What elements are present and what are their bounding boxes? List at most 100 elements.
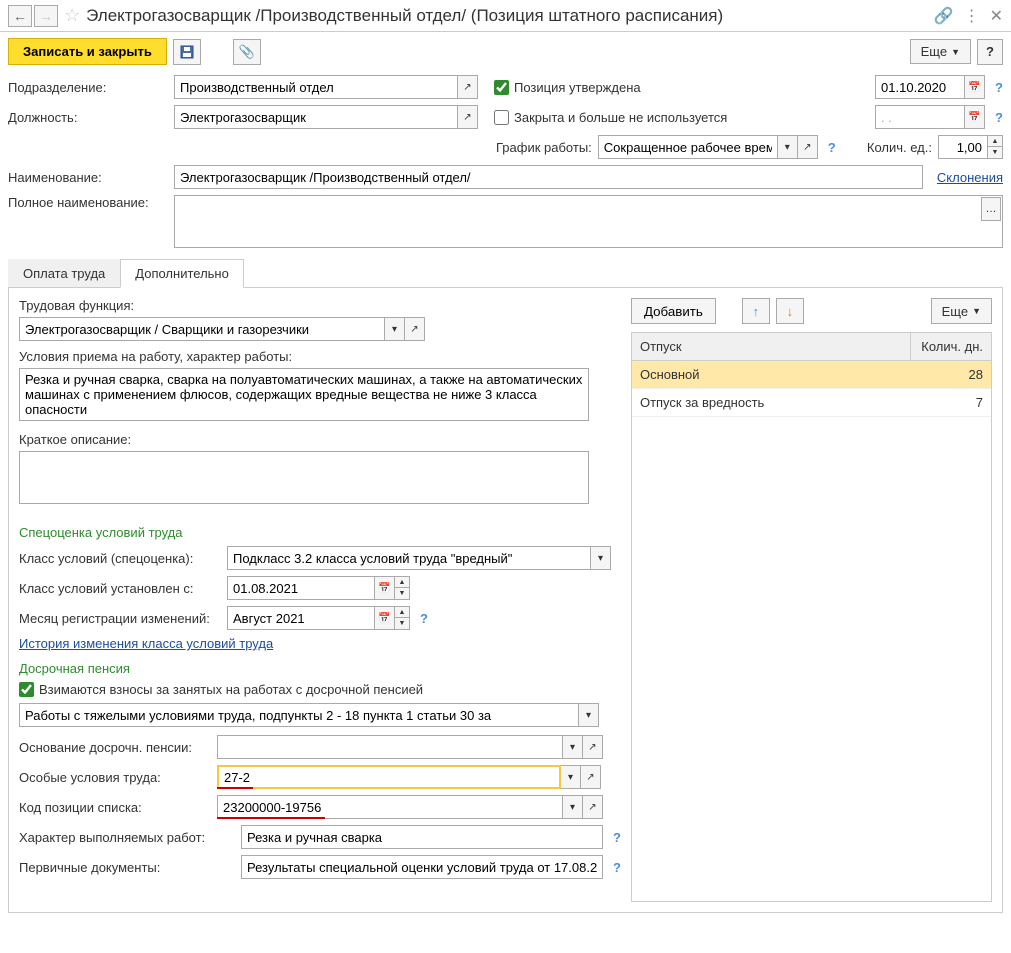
class-sout-label: Класс условий (спецоценка): xyxy=(19,551,221,566)
help-icon[interactable]: ? xyxy=(828,140,836,155)
link-icon[interactable]: 🔗 xyxy=(934,6,954,26)
pension-basis-input[interactable] xyxy=(217,735,563,759)
table-row[interactable]: Основной 28 xyxy=(632,361,991,389)
add-button[interactable]: Добавить xyxy=(631,298,716,324)
department-open-icon[interactable]: ↗ xyxy=(458,75,478,99)
approved-checkbox[interactable] xyxy=(494,80,509,95)
list-code-open-icon[interactable]: ↗ xyxy=(583,795,603,819)
approved-label: Позиция утверждена xyxy=(514,80,641,95)
approved-date-calendar-icon[interactable]: 📅 xyxy=(965,75,985,99)
pension-work-dropdown-icon[interactable]: ▾ xyxy=(579,703,599,727)
star-icon[interactable]: ☆ xyxy=(64,5,80,26)
history-link[interactable]: История изменения класса условий труда xyxy=(19,636,273,651)
pension-basis-label: Основание досрочн. пенсии: xyxy=(19,740,211,755)
labor-function-dropdown-icon[interactable]: ▾ xyxy=(385,317,405,341)
save-close-button[interactable]: Записать и закрыть xyxy=(8,38,167,65)
short-desc-label: Краткое описание: xyxy=(19,432,621,447)
save-button[interactable] xyxy=(173,39,201,65)
work-nature-input[interactable] xyxy=(241,825,603,849)
move-up-button[interactable]: ↑ xyxy=(742,298,770,324)
labor-function-input[interactable] xyxy=(19,317,385,341)
list-code-input[interactable] xyxy=(217,795,563,819)
pension-basis-dropdown-icon[interactable]: ▾ xyxy=(563,735,583,759)
reg-month-label: Месяц регистрации изменений: xyxy=(19,611,221,626)
reg-month-input[interactable] xyxy=(227,606,375,630)
schedule-dropdown-icon[interactable]: ▾ xyxy=(778,135,798,159)
special-conditions-dropdown-icon[interactable]: ▾ xyxy=(561,765,581,789)
name-input[interactable] xyxy=(174,165,923,189)
special-conditions-open-icon[interactable]: ↗ xyxy=(581,765,601,789)
sout-section-title: Спецоценка условий труда xyxy=(19,525,621,540)
class-from-label: Класс условий установлен с: xyxy=(19,581,221,596)
help-icon[interactable]: ? xyxy=(995,80,1003,95)
contributions-label: Взимаются взносы за занятых на работах с… xyxy=(39,682,423,697)
schedule-open-icon[interactable]: ↗ xyxy=(798,135,818,159)
pension-basis-open-icon[interactable]: ↗ xyxy=(583,735,603,759)
position-input[interactable] xyxy=(174,105,458,129)
special-conditions-input[interactable] xyxy=(217,765,561,789)
help-button[interactable]: ? xyxy=(977,39,1003,65)
approved-date-input[interactable] xyxy=(875,75,965,99)
hire-conditions-textarea[interactable] xyxy=(19,368,589,421)
closed-date-calendar-icon[interactable]: 📅 xyxy=(965,105,985,129)
class-from-down-icon[interactable]: ▼ xyxy=(395,588,409,599)
back-button[interactable]: ← xyxy=(8,5,32,27)
help-icon[interactable]: ? xyxy=(613,830,621,845)
position-open-icon[interactable]: ↗ xyxy=(458,105,478,129)
forward-button[interactable]: → xyxy=(34,5,58,27)
vacation-header[interactable]: Отпуск xyxy=(632,333,911,360)
tab-additional[interactable]: Дополнительно xyxy=(120,259,244,288)
contributions-checkbox[interactable] xyxy=(19,682,34,697)
table-more-button[interactable]: Еще▼ xyxy=(931,298,992,324)
closed-checkbox[interactable] xyxy=(494,110,509,125)
class-from-up-icon[interactable]: ▲ xyxy=(395,577,409,588)
closed-date-input[interactable] xyxy=(875,105,965,129)
primary-docs-input[interactable] xyxy=(241,855,603,879)
help-icon[interactable]: ? xyxy=(613,860,621,875)
vacations-table: Отпуск Колич. дн. Основной 28 Отпуск за … xyxy=(631,332,992,902)
full-name-expand-icon[interactable]: … xyxy=(981,197,1001,221)
help-icon[interactable]: ? xyxy=(995,110,1003,125)
list-code-label: Код позиции списка: xyxy=(19,800,211,815)
table-row[interactable]: Отпуск за вредность 7 xyxy=(632,389,991,417)
more-button[interactable]: Еще▼ xyxy=(910,39,971,64)
reg-month-up-icon[interactable]: ▲ xyxy=(395,607,409,618)
window-title: Электрогазосварщик /Производственный отд… xyxy=(86,6,934,26)
menu-icon[interactable]: ⋮ xyxy=(964,6,980,26)
class-sout-input[interactable] xyxy=(227,546,591,570)
help-icon[interactable]: ? xyxy=(420,611,428,626)
position-label: Должность: xyxy=(8,110,168,125)
labor-function-open-icon[interactable]: ↗ xyxy=(405,317,425,341)
labor-function-label: Трудовая функция: xyxy=(19,298,621,313)
units-up-icon[interactable]: ▲ xyxy=(988,136,1002,147)
full-name-textarea[interactable] xyxy=(174,195,1003,248)
days-header[interactable]: Колич. дн. xyxy=(911,333,991,360)
schedule-input[interactable] xyxy=(598,135,778,159)
class-from-input[interactable] xyxy=(227,576,375,600)
list-code-dropdown-icon[interactable]: ▾ xyxy=(563,795,583,819)
declensions-link[interactable]: Склонения xyxy=(937,170,1003,185)
move-down-button[interactable]: ↓ xyxy=(776,298,804,324)
units-label: Колич. ед.: xyxy=(867,140,932,155)
close-icon[interactable]: ✕ xyxy=(990,6,1003,26)
pension-work-input[interactable] xyxy=(19,703,579,727)
department-label: Подразделение: xyxy=(8,80,168,95)
primary-docs-label: Первичные документы: xyxy=(19,860,235,875)
hire-conditions-label: Условия приема на работу, характер работ… xyxy=(19,349,621,364)
reg-month-down-icon[interactable]: ▼ xyxy=(395,618,409,629)
schedule-label: График работы: xyxy=(496,140,592,155)
work-nature-label: Характер выполняемых работ: xyxy=(19,830,235,845)
class-from-calendar-icon[interactable]: 📅 xyxy=(375,576,395,600)
tab-payment[interactable]: Оплата труда xyxy=(8,259,120,287)
attach-button[interactable]: 📎 xyxy=(233,39,261,65)
class-sout-dropdown-icon[interactable]: ▾ xyxy=(591,546,611,570)
special-conditions-label: Особые условия труда: xyxy=(19,770,211,785)
pension-section-title: Досрочная пенсия xyxy=(19,661,621,676)
full-name-label: Полное наименование: xyxy=(8,195,168,210)
name-label: Наименование: xyxy=(8,170,168,185)
units-input[interactable] xyxy=(938,135,988,159)
reg-month-calendar-icon[interactable]: 📅 xyxy=(375,606,395,630)
units-down-icon[interactable]: ▼ xyxy=(988,147,1002,158)
short-desc-textarea[interactable] xyxy=(19,451,589,504)
department-input[interactable] xyxy=(174,75,458,99)
